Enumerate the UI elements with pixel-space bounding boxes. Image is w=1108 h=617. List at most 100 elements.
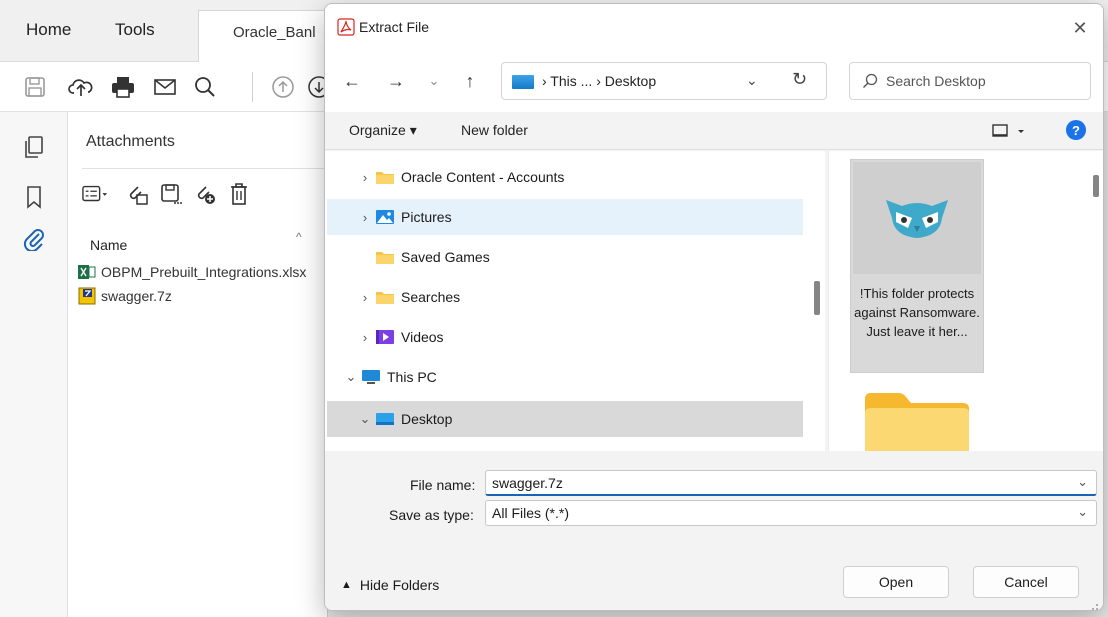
this-pc-icon	[361, 369, 381, 385]
organize-button[interactable]: Organize ▾	[349, 122, 417, 139]
file-list-pane: !This folder protects against Ransomware…	[828, 151, 1103, 451]
forward-button[interactable]: →	[383, 68, 409, 94]
attachment-name: swagger.7z	[101, 288, 172, 304]
file-name-value: swagger.7z	[492, 475, 563, 491]
dialog-titlebar: Extract File ✕	[325, 4, 1103, 50]
chevron-down-icon[interactable]: ⌄	[1077, 504, 1088, 520]
pages-icon[interactable]	[21, 134, 47, 160]
open-button[interactable]: Open	[843, 566, 949, 598]
print-icon[interactable]	[110, 74, 136, 100]
tree-item-this-pc[interactable]: ⌄ This PC	[327, 359, 803, 395]
scrollbar-thumb[interactable]	[1093, 175, 1099, 197]
document-tab-title: Oracle_Banl	[233, 24, 316, 41]
file-tile-label: !This folder protects against Ransomware…	[854, 286, 980, 339]
attachments-toolbar	[82, 168, 328, 220]
file-name-label: File name:	[410, 477, 476, 493]
column-name[interactable]: Name	[90, 237, 127, 253]
cancel-button[interactable]: Cancel	[973, 566, 1079, 598]
toolbar-divider	[252, 72, 253, 102]
hide-folders-button[interactable]: ▲ Hide Folders	[341, 577, 439, 593]
change-view-button[interactable]	[991, 120, 1031, 142]
attachment-item[interactable]: OBPM_Prebuilt_Integrations.xlsx	[78, 262, 306, 282]
help-button[interactable]: ?	[1066, 120, 1086, 140]
tree-item-label: Oracle Content - Accounts	[401, 169, 565, 185]
save-attachment-icon[interactable]	[158, 181, 184, 207]
document-tab[interactable]: Oracle_Banl	[198, 10, 338, 62]
page-up-icon[interactable]	[270, 74, 296, 100]
archive-file-icon	[78, 287, 96, 305]
folder-icon	[375, 249, 395, 265]
desktop-location-icon	[512, 75, 534, 89]
navigation-bar: ← → ⌄ ↑ › This ... › Desktop ⌄ ↻	[325, 50, 1103, 112]
acrobat-icon	[337, 18, 355, 36]
tree-item-desktop[interactable]: ⌄ Desktop	[327, 401, 803, 437]
chevron-down-icon[interactable]: ⌄	[1077, 474, 1088, 490]
folder-icon	[375, 289, 395, 305]
expand-chevron-icon[interactable]: ›	[355, 330, 375, 345]
folder-icon	[375, 169, 395, 185]
navigation-scrollbar[interactable]	[809, 151, 825, 451]
tree-item-label: Saved Games	[401, 249, 490, 265]
breadcrumb[interactable]: › This ... › Desktop	[542, 73, 656, 89]
open-attachment-icon[interactable]	[124, 181, 150, 207]
add-attachment-icon[interactable]	[192, 181, 218, 207]
folder-icon[interactable]	[863, 391, 971, 451]
attachment-item[interactable]: swagger.7z	[78, 286, 172, 306]
sort-arrow-icon: ^	[296, 230, 302, 244]
save-icon[interactable]	[22, 74, 48, 100]
tree-item-pictures[interactable]: › Pictures	[327, 199, 803, 235]
menu-tools[interactable]: Tools	[115, 20, 155, 40]
dialog-footer: File name: swagger.7z ⌄ Save as type: Al…	[325, 451, 1103, 610]
cloud-upload-icon[interactable]	[68, 74, 94, 100]
search-box	[849, 62, 1091, 100]
magnify-icon[interactable]	[192, 74, 218, 100]
hide-folders-label: Hide Folders	[359, 577, 440, 593]
collapse-chevron-icon[interactable]: ⌄	[355, 411, 375, 427]
file-list-scrollbar[interactable]	[1086, 151, 1103, 451]
tree-item-label: Videos	[401, 329, 444, 345]
address-bar[interactable]: › This ... › Desktop ⌄ ↻	[501, 62, 827, 100]
file-name-input[interactable]: swagger.7z ⌄	[485, 470, 1097, 496]
collapse-chevron-icon[interactable]: ⌄	[341, 369, 361, 385]
paperclip-icon[interactable]	[21, 226, 47, 252]
dialog-title: Extract File	[359, 19, 430, 35]
email-icon[interactable]	[152, 74, 178, 100]
attachments-panel: Attachments Name ^ OBPM_Prebuilt_Integra…	[68, 112, 328, 617]
save-type-value: All Files (*.*)	[492, 505, 570, 521]
search-input[interactable]	[886, 64, 1086, 98]
pictures-icon	[375, 209, 395, 225]
resize-grip-icon[interactable]	[1089, 598, 1099, 610]
expand-chevron-icon[interactable]: ›	[355, 210, 375, 225]
expand-chevron-icon[interactable]: ›	[355, 170, 375, 185]
menu-home[interactable]: Home	[26, 20, 71, 40]
new-folder-button[interactable]: New folder	[461, 122, 528, 138]
back-button[interactable]: ←	[339, 68, 365, 94]
attachments-title: Attachments	[86, 133, 175, 150]
refresh-button[interactable]: ↻	[792, 69, 807, 90]
navigation-pane: › Oracle Content - Accounts › Pictures S…	[325, 151, 825, 451]
tree-item-label: Pictures	[401, 209, 452, 225]
file-tile-selected[interactable]: !This folder protects against Ransomware…	[850, 159, 984, 373]
command-bar: Organize ▾ New folder ?	[325, 112, 1103, 150]
column-header: Name ^	[68, 230, 328, 258]
tree-item-label: Searches	[401, 289, 461, 305]
tree-item-searches[interactable]: › Searches	[327, 279, 803, 315]
tree-item-videos[interactable]: › Videos	[327, 319, 803, 355]
up-button[interactable]: ↑	[457, 68, 483, 94]
scrollbar-thumb[interactable]	[814, 281, 820, 315]
recent-locations-button[interactable]: ⌄	[421, 68, 447, 94]
search-icon	[862, 73, 878, 89]
expand-chevron-icon[interactable]: ›	[355, 290, 375, 305]
left-rail	[0, 112, 68, 617]
tree-item-oracle-content[interactable]: › Oracle Content - Accounts	[327, 159, 803, 195]
save-type-select[interactable]: All Files (*.*) ⌄	[485, 500, 1097, 526]
desktop-icon	[375, 411, 395, 427]
extract-file-dialog: Extract File ✕ ← → ⌄ ↑ › This ... › Desk…	[324, 3, 1104, 611]
bookmark-icon[interactable]	[21, 184, 47, 210]
address-dropdown-button[interactable]: ⌄	[746, 72, 758, 89]
options-menu-icon[interactable]	[82, 181, 108, 207]
close-button[interactable]: ✕	[1065, 13, 1095, 43]
save-type-label: Save as type:	[389, 507, 474, 523]
delete-icon[interactable]	[226, 181, 252, 207]
tree-item-saved-games[interactable]: Saved Games	[327, 239, 803, 275]
